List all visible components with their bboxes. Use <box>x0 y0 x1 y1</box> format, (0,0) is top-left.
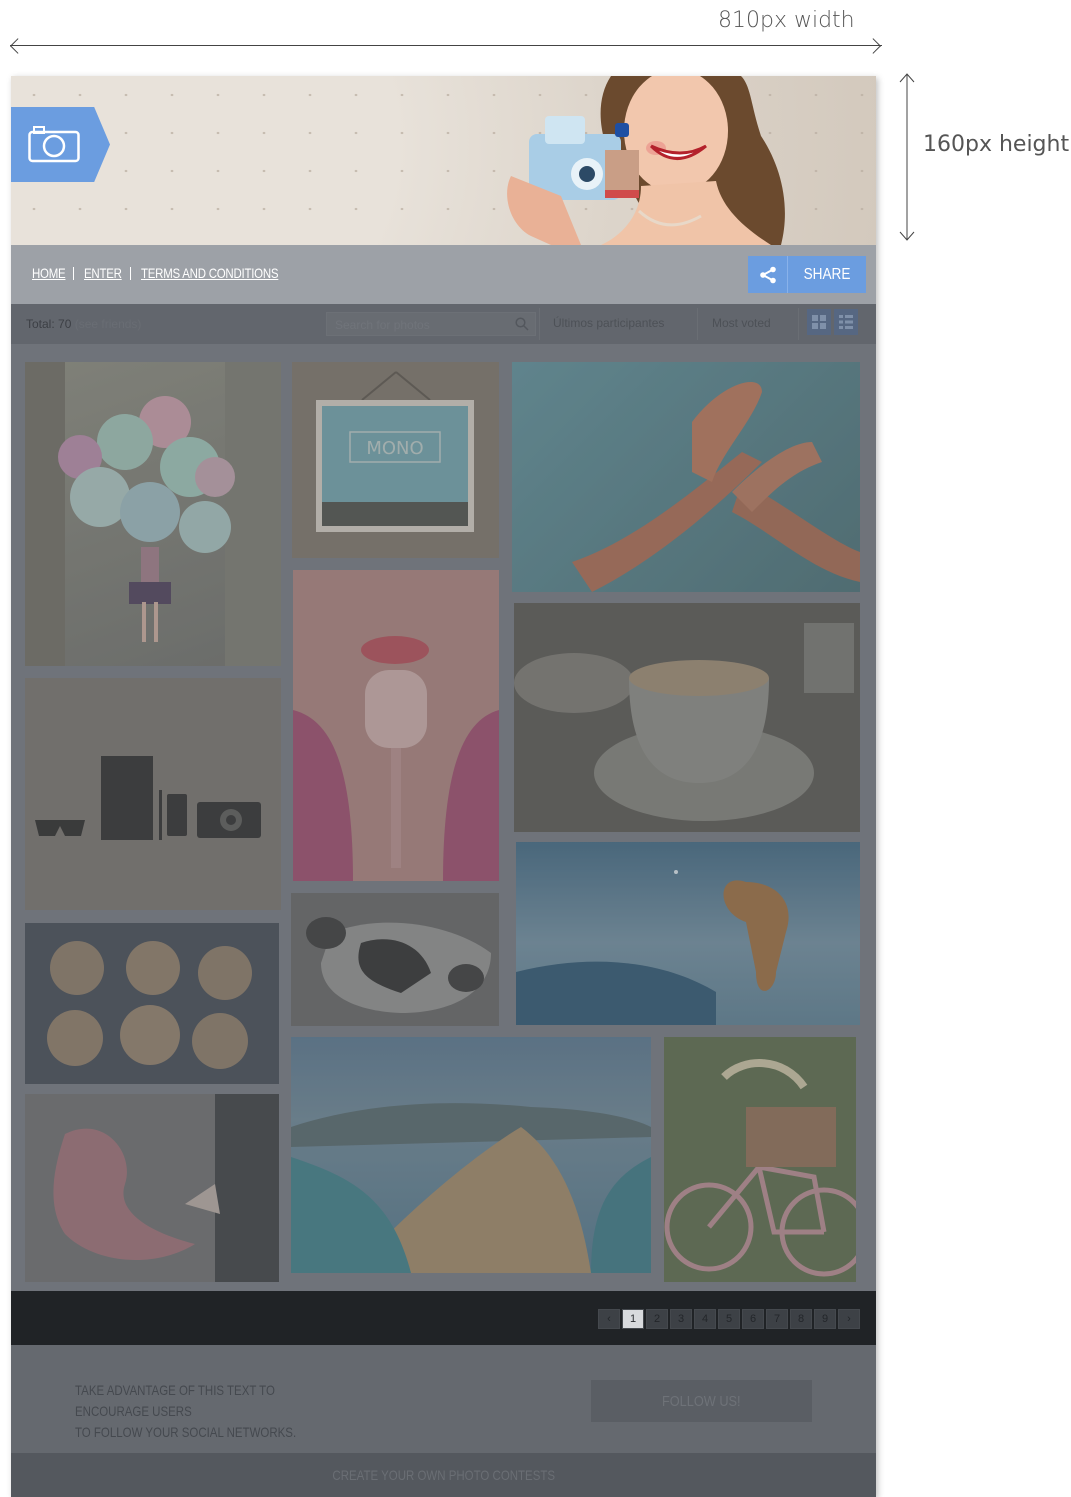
create-contests-link[interactable]: CREATE YOUR OWN PHOTO CONTESTS <box>332 1467 555 1483</box>
logo-badge[interactable] <box>11 107 110 182</box>
nav-divider <box>72 266 74 280</box>
height-dimension-label: 160px height <box>923 132 1070 157</box>
contest-page: HOME ENTER TERMS AND CONDITIONS SHARE To… <box>11 76 876 1497</box>
pagination-next[interactable]: › <box>838 1309 860 1329</box>
pagination-page-1[interactable]: 1 <box>622 1309 644 1329</box>
photo-mono-sign-image: MONO <box>316 371 474 532</box>
svg-text:MONO: MONO <box>366 438 423 459</box>
nav-link-enter[interactable]: ENTER <box>84 265 122 281</box>
filter-bar: Total: 70 (see friends) Search for photo… <box>11 304 876 344</box>
social-footer: TAKE ADVANTAGE OF THIS TEXT TO ENCOURAGE… <box>11 1345 876 1453</box>
list-view-icon <box>839 315 853 329</box>
share-label: SHARE <box>803 265 851 283</box>
header-banner <box>11 76 876 245</box>
tab-divider <box>798 308 799 340</box>
photo-golf-balls[interactable] <box>25 923 279 1084</box>
pagination-page-4[interactable]: 4 <box>694 1309 716 1329</box>
photo-cow[interactable] <box>291 893 499 1026</box>
grid-view-icon <box>812 315 826 329</box>
pagination-page-7[interactable]: 7 <box>766 1309 788 1329</box>
photo-gadgets[interactable] <box>25 678 281 910</box>
tab-divider <box>539 308 540 340</box>
share-icon <box>759 266 776 283</box>
photo-balloons-girl-image <box>25 362 281 666</box>
tab-latest-participants[interactable]: Últimos participantes <box>553 316 664 330</box>
width-dimension-label: 810px width <box>718 8 855 33</box>
photo-peace-hands[interactable] <box>512 362 860 592</box>
width-dimension-arrow <box>8 38 884 54</box>
pagination-page-9[interactable]: 9 <box>814 1309 836 1329</box>
pagination-page-3[interactable]: 3 <box>670 1309 692 1329</box>
follow-us-button[interactable]: FOLLOW US! <box>591 1380 812 1422</box>
woman-with-camera-image <box>507 76 785 245</box>
bottom-bar: CREATE YOUR OWN PHOTO CONTESTS <box>11 1453 876 1497</box>
photo-coffee-cup-image <box>514 603 860 832</box>
photo-coastline[interactable] <box>291 1037 651 1273</box>
search-placeholder: Search for photos <box>335 318 430 332</box>
pagination-bar: ‹ 1 2 3 4 5 6 7 8 9 › <box>11 1291 876 1345</box>
photo-pink-dress-image <box>53 1094 279 1282</box>
photo-cow-image <box>306 917 491 1013</box>
photo-balloons-girl[interactable] <box>25 362 281 666</box>
tab-divider <box>697 308 698 340</box>
grid-view-button[interactable] <box>807 309 831 335</box>
nav-link-home[interactable]: HOME <box>32 265 66 281</box>
photo-tiger-image <box>516 870 789 1025</box>
photo-lips-popsicle-image <box>293 570 499 881</box>
total-count: Total: 70 (see friends) <box>26 317 142 331</box>
photo-golf-balls-image <box>47 941 252 1069</box>
share-button[interactable]: SHARE <box>748 256 866 293</box>
nav-bar: HOME ENTER TERMS AND CONDITIONS SHARE <box>11 245 876 304</box>
tab-most-voted[interactable]: Most voted <box>712 316 771 330</box>
nav-link-terms[interactable]: TERMS AND CONDITIONS <box>141 265 279 281</box>
pagination: ‹ 1 2 3 4 5 6 7 8 9 › <box>598 1309 860 1329</box>
photo-mono-sign[interactable]: MONO <box>292 362 499 558</box>
search-icon <box>515 317 529 331</box>
pagination-page-8[interactable]: 8 <box>790 1309 812 1329</box>
photo-tiger[interactable] <box>516 842 860 1025</box>
list-view-button[interactable] <box>834 309 858 335</box>
photo-pink-dress[interactable] <box>25 1094 279 1282</box>
height-dimension-arrow <box>899 73 915 241</box>
camera-icon <box>28 126 80 163</box>
photo-peace-hands-image <box>572 382 860 592</box>
photo-pink-bicycle[interactable] <box>664 1037 856 1282</box>
photo-coastline-image <box>291 1103 651 1273</box>
follow-prompt-text: TAKE ADVANTAGE OF THIS TEXT TO ENCOURAGE… <box>75 1382 297 1440</box>
photo-lips-popsicle[interactable] <box>293 570 499 881</box>
view-toggle <box>807 309 861 337</box>
search-box[interactable]: Search for photos <box>326 312 536 336</box>
photo-coffee-cup[interactable] <box>514 603 860 832</box>
dimmed-content: Total: 70 (see friends) Search for photo… <box>11 304 876 1497</box>
see-friends-link[interactable]: (see friends) <box>75 317 142 331</box>
photo-gadgets-image <box>35 756 261 840</box>
photo-pink-bicycle-image <box>664 1037 856 1282</box>
pagination-page-6[interactable]: 6 <box>742 1309 764 1329</box>
pagination-prev[interactable]: ‹ <box>598 1309 620 1329</box>
pagination-page-5[interactable]: 5 <box>718 1309 740 1329</box>
pagination-page-2[interactable]: 2 <box>646 1309 668 1329</box>
nav-divider <box>129 266 131 280</box>
